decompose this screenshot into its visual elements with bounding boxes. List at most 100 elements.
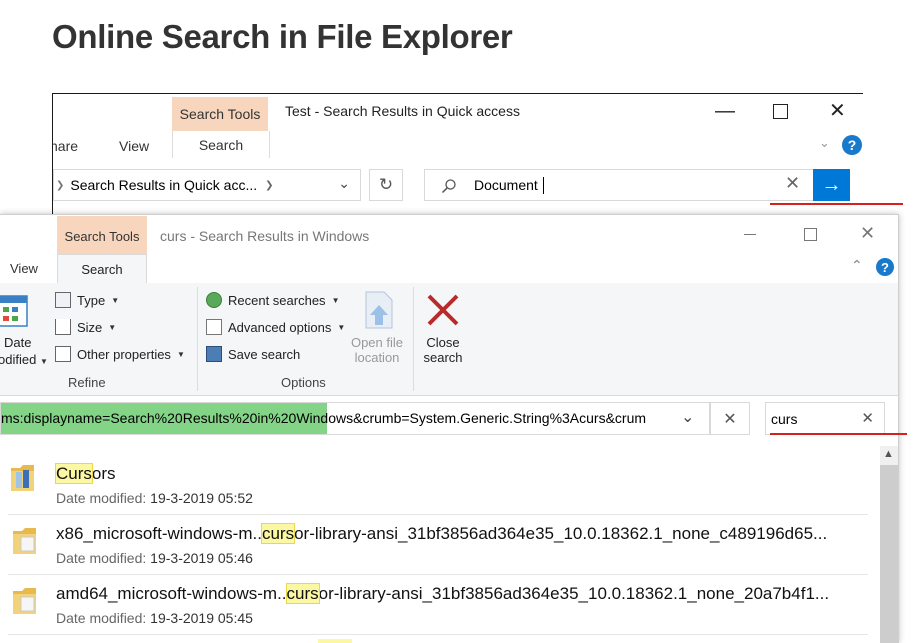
- back-breadcrumb-chevron-icon: ❯: [56, 179, 65, 191]
- row-separator: [8, 514, 868, 515]
- back-close-button[interactable]: ✕: [829, 98, 846, 123]
- close-search-label-1: Close: [426, 335, 460, 350]
- type-label: Type: [77, 292, 106, 308]
- date-modified-button[interactable]: [0, 294, 36, 328]
- back-breadcrumb-chevron-icon: ❯: [265, 179, 274, 191]
- back-search-value: Document: [474, 177, 538, 193]
- result-folder-icon: [12, 523, 38, 560]
- back-minimize-button[interactable]: —: [715, 100, 735, 123]
- other-properties-button[interactable]: Other properties ▼: [55, 346, 185, 362]
- result-meta-key: Date modified:: [56, 490, 147, 506]
- clear-icon: ✕: [723, 410, 737, 428]
- back-collapse-chevron-icon[interactable]: ⌄: [819, 135, 830, 151]
- dropdown-caret-icon: ▼: [337, 322, 346, 332]
- save-search-button[interactable]: Save search: [206, 346, 300, 362]
- other-properties-label: Other properties: [77, 346, 171, 362]
- scrollbar-thumb[interactable]: [880, 465, 898, 643]
- result-meta: Date modified: 19-3-2019 05:52: [56, 490, 253, 506]
- clear-search-icon[interactable]: ✕: [861, 409, 874, 427]
- dropdown-caret-icon: ▼: [176, 349, 185, 359]
- result-name-post: ors: [91, 464, 116, 483]
- back-tab-view[interactable]: View: [119, 138, 149, 154]
- help-icon[interactable]: ?: [876, 258, 894, 276]
- back-address-bar[interactable]: ❯ Search Results in Quick acc... ❯ ⌄: [53, 169, 361, 201]
- result-name-highlight: curs: [260, 523, 296, 544]
- size-label: Size: [77, 319, 103, 335]
- result-name-post: or-library-ansi_31bf3856ad364e35_10.0.18…: [294, 524, 828, 543]
- type-filter-button[interactable]: Type ▼: [55, 292, 119, 308]
- back-help-icon[interactable]: ?: [842, 135, 862, 155]
- back-search-go-button[interactable]: →: [813, 169, 850, 201]
- result-name[interactable]: amd64_microsoft-windows-m..cursor-librar…: [56, 583, 829, 604]
- advanced-options-button[interactable]: Advanced options ▼: [206, 319, 345, 335]
- search-input[interactable]: curs ✕: [765, 402, 885, 435]
- date-modified-label-2: odified: [0, 352, 37, 367]
- dropdown-caret-icon: ▼: [331, 295, 340, 305]
- result-name-pre: amd64_microsoft-windows-m..: [56, 584, 287, 603]
- page-title: Online Search in File Explorer: [52, 18, 513, 55]
- clear-address-button[interactable]: ✕: [710, 402, 750, 435]
- recent-searches-icon: [206, 292, 222, 308]
- tab-search[interactable]: Search: [57, 254, 147, 284]
- calendar-icon: [0, 295, 28, 327]
- result-name-highlight: curs: [285, 583, 320, 604]
- close-search-label: Close search: [418, 335, 468, 365]
- back-search-input[interactable]: Document ✕: [424, 169, 814, 201]
- result-meta-value: 19-3-2019 05:45: [150, 610, 253, 626]
- minimize-button[interactable]: [744, 234, 756, 235]
- ribbon-separator: [413, 287, 414, 391]
- dropdown-caret-icon: ▼: [39, 357, 48, 366]
- close-search-label-2: search: [423, 350, 463, 365]
- advanced-options-icon: [206, 319, 222, 335]
- save-icon: [206, 346, 222, 362]
- refresh-icon: ↻: [378, 175, 394, 194]
- back-address-dropdown-icon[interactable]: ⌄: [338, 175, 350, 192]
- back-refresh-button[interactable]: ↻: [369, 169, 403, 201]
- arrow-right-icon: →: [821, 173, 842, 196]
- close-search-button[interactable]: [424, 291, 462, 329]
- back-address-text: Search Results in Quick acc...: [70, 177, 258, 193]
- result-meta-value: 19-3-2019 05:46: [150, 550, 253, 566]
- tab-view[interactable]: View: [10, 261, 38, 276]
- recent-searches-label: Recent searches: [228, 292, 326, 308]
- open-file-location-icon: [365, 291, 393, 329]
- back-clear-search-icon[interactable]: ✕: [785, 173, 800, 194]
- window-title: curs - Search Results in Windows: [160, 228, 370, 244]
- back-tab-search[interactable]: Search: [172, 131, 270, 158]
- result-meta-key: Date modified:: [56, 550, 147, 566]
- close-button[interactable]: ✕: [860, 223, 875, 244]
- result-meta: Date modified: 19-3-2019 05:46: [56, 550, 253, 566]
- address-bar[interactable]: ms:displayname=Search%20Results%20in%20W…: [0, 402, 710, 435]
- result-name[interactable]: x86_microsoft-windows-m..cursor-library-…: [56, 523, 828, 544]
- date-modified-label-1: Date: [4, 335, 32, 350]
- scroll-up-icon[interactable]: ▲: [883, 448, 894, 460]
- row-separator: [8, 634, 868, 635]
- recent-searches-button[interactable]: Recent searches ▼: [206, 292, 339, 308]
- front-explorer-window: Search Tools curs - Search Results in Wi…: [0, 214, 899, 643]
- back-tab-share[interactable]: hare: [53, 138, 78, 154]
- result-folder-icon: [10, 460, 36, 497]
- date-modified-label-2-wrap: odified ▼: [0, 352, 48, 367]
- result-folder-icon: [12, 583, 38, 620]
- size-filter-button[interactable]: Size ▼: [55, 319, 116, 335]
- collapse-ribbon-chevron-icon[interactable]: ⌃: [851, 257, 863, 274]
- next-row-highlight-fragment: [318, 639, 352, 643]
- address-dropdown-icon[interactable]: ⌄: [681, 407, 694, 427]
- back-search-tools-context-tab: Search Tools: [172, 97, 268, 131]
- result-name[interactable]: Cursors: [55, 463, 116, 484]
- open-file-location-button[interactable]: [364, 291, 394, 329]
- advanced-options-label: Advanced options: [228, 319, 332, 335]
- open-file-location-label: Open file location: [350, 335, 404, 365]
- row-separator: [8, 574, 868, 575]
- search-icon: [441, 179, 456, 194]
- type-icon: [55, 292, 71, 308]
- search-tools-context-tab: Search Tools: [57, 216, 147, 256]
- annotation-underline: [770, 433, 907, 435]
- ribbon: Date odified ▼ Type ▼ Size ▼ Other propert…: [0, 283, 898, 396]
- result-meta-value: 19-3-2019 05:52: [150, 490, 253, 506]
- refine-group-label: Refine: [68, 375, 106, 390]
- maximize-button[interactable]: [804, 228, 817, 241]
- size-icon: [55, 319, 71, 335]
- back-maximize-button[interactable]: [773, 104, 788, 119]
- text-cursor: [543, 177, 544, 194]
